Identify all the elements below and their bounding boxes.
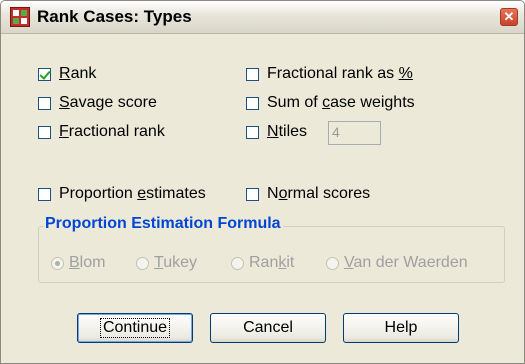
close-button[interactable]: ✕ [500,8,518,26]
formula-group-title: Proportion Estimation Formula [43,215,283,233]
blom-label: Blom [69,254,106,271]
sum-case-weights-label: Sum of case weights [267,94,415,111]
proportion-estimates-checkbox[interactable] [38,187,51,201]
fractional-rank-pct-checkbox[interactable] [246,67,259,81]
ntiles-input[interactable]: 4 [328,121,381,145]
proportion-estimates-label: Proportion estimates [59,185,206,202]
fractional-rank-pct-option[interactable]: Fractional rank as % [246,65,413,83]
normal-scores-checkbox[interactable] [246,187,259,201]
fractional-rank-option[interactable]: Fractional rank [38,123,165,141]
tukey-label: Tukey [154,254,197,271]
spss-grid-icon [10,7,30,27]
normal-scores-label: Normal scores [267,185,371,202]
van-der-waerden-label: Van der Waerden [344,254,468,271]
normal-scores-option[interactable]: Normal scores [246,185,370,203]
help-button-label: Help [384,319,418,336]
savage-score-label: Savage score [59,94,157,111]
continue-button[interactable]: Continue [77,313,193,343]
help-button[interactable]: Help [343,313,459,343]
fractional-rank-label: Fractional rank [59,123,165,140]
cancel-button-label: Cancel [243,319,293,336]
fractional-rank-checkbox[interactable] [38,125,51,139]
ntiles-checkbox[interactable] [246,125,259,139]
blom-radio-button[interactable] [51,256,64,270]
continue-button-label: Continue [99,318,171,338]
ntiles-option[interactable]: Ntiles [246,123,307,141]
rank-checkbox[interactable] [38,67,51,81]
savage-score-option[interactable]: Savage score [38,94,157,112]
rank-label: Rank [59,65,97,82]
rankit-label: Rankit [249,254,295,271]
proportion-estimates-option[interactable]: Proportion estimates [38,185,206,203]
rank-option[interactable]: Rank [38,65,96,83]
savage-score-checkbox[interactable] [38,96,51,110]
rankit-radio-button[interactable] [231,256,244,270]
sum-case-weights-checkbox[interactable] [246,96,259,110]
cancel-button[interactable]: Cancel [210,313,326,343]
tukey-radio-button[interactable] [136,256,149,270]
radio-rankit[interactable]: Rankit [231,254,294,272]
window-title: Rank Cases: Types [37,7,192,26]
radio-tukey[interactable]: Tukey [136,254,197,272]
fractional-rank-pct-label: Fractional rank as % [267,65,413,82]
close-icon: ✕ [503,9,515,24]
radio-blom[interactable]: Blom [51,254,105,272]
radio-van-der-waerden[interactable]: Van der Waerden [326,254,468,272]
rank-cases-types-dialog: Rank Cases: Types ✕ Rank Savage score Fr… [0,0,525,364]
van-der-waerden-radio-button[interactable] [326,256,339,270]
ntiles-label: Ntiles [267,123,308,140]
title-bar[interactable]: Rank Cases: Types ✕ [1,1,524,34]
sum-case-weights-option[interactable]: Sum of case weights [246,94,415,112]
